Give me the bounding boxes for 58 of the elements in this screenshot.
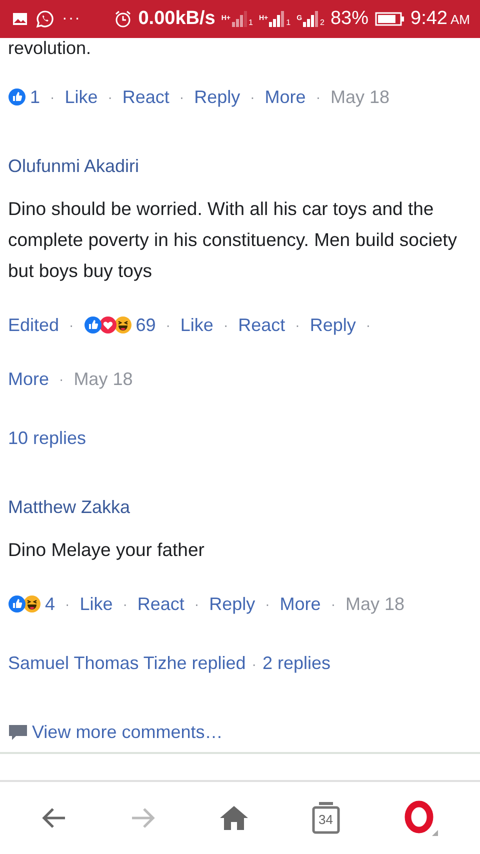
reaction-count[interactable]: 69 — [136, 314, 156, 336]
comment-date: May 18 — [345, 593, 405, 615]
action-link[interactable]: Like — [180, 314, 214, 336]
action-link[interactable]: 2 replies — [262, 653, 331, 674]
separator-dot: · — [194, 595, 200, 614]
separator-dot: · — [250, 88, 255, 107]
separator-dot: · — [265, 595, 270, 614]
comment-date: May 18 — [330, 86, 390, 108]
comment-text: Dino should be worried. With all his car toys and the complete poverty in his constituency. Men build society but boys buy toys — [8, 197, 458, 283]
image-icon — [12, 12, 28, 26]
separator-dot: · — [366, 316, 371, 335]
sim-number: 2 — [320, 18, 324, 27]
action-link[interactable]: React — [122, 86, 170, 108]
battery-icon — [374, 12, 405, 26]
action-link[interactable]: Samuel Thomas Tizhe replied — [8, 653, 246, 674]
comment-text: revolution. — [8, 38, 92, 58]
separator-dot: · — [65, 595, 70, 614]
action-link[interactable]: More — [280, 593, 321, 615]
separator-dot: · — [69, 316, 74, 335]
network-speed: 0.00kB/s — [138, 8, 216, 30]
reaction-count[interactable]: 4 — [45, 593, 56, 615]
action-link[interactable]: Reply — [209, 593, 256, 615]
alarm-clock-icon — [114, 10, 132, 28]
comment-author[interactable]: Olufunmi Akadiri — [8, 156, 472, 177]
action-link[interactable]: React — [238, 314, 286, 336]
separator-dot: · — [330, 595, 336, 614]
reaction-count[interactable]: 1 — [30, 86, 40, 108]
separator-dot: · — [50, 88, 55, 107]
chat-bubble-icon — [36, 10, 54, 28]
action-link[interactable]: Like — [80, 593, 113, 615]
action-link[interactable]: Like — [64, 86, 98, 108]
action-link[interactable]: 10 replies — [8, 428, 86, 449]
sim-number: 1 — [286, 18, 291, 27]
comment-text: Dino Melaye your father — [8, 538, 206, 562]
action-link[interactable]: React — [137, 593, 184, 615]
sim-number: 1 — [248, 18, 253, 27]
comment-date: May 18 — [74, 368, 133, 390]
action-link[interactable]: Reply — [194, 86, 240, 108]
separator-dot: · — [179, 88, 184, 107]
separator-dot: · — [166, 316, 170, 335]
separator-dot: · — [223, 316, 228, 335]
clock-time: 9:42 — [410, 8, 448, 30]
action-link[interactable]: Edited — [8, 314, 60, 336]
view-more-comments-link[interactable]: View more comments… — [32, 722, 223, 743]
separator-dot: · — [316, 88, 320, 107]
action-link[interactable]: More — [8, 368, 50, 390]
separator-dot: · — [252, 656, 256, 672]
more-notifications: ··· — [62, 10, 81, 28]
comment-icon — [8, 724, 28, 742]
battery-percent: 83% — [330, 8, 369, 30]
separator-dot: · — [295, 316, 300, 335]
separator-dot: · — [108, 88, 112, 107]
action-link[interactable]: More — [264, 86, 306, 108]
clock-period: AM — [450, 12, 470, 26]
comment-author[interactable]: Matthew Zakka — [8, 497, 472, 518]
action-link[interactable]: Reply — [310, 314, 356, 336]
separator-dot: · — [122, 595, 128, 614]
separator-dot: · — [59, 370, 64, 389]
